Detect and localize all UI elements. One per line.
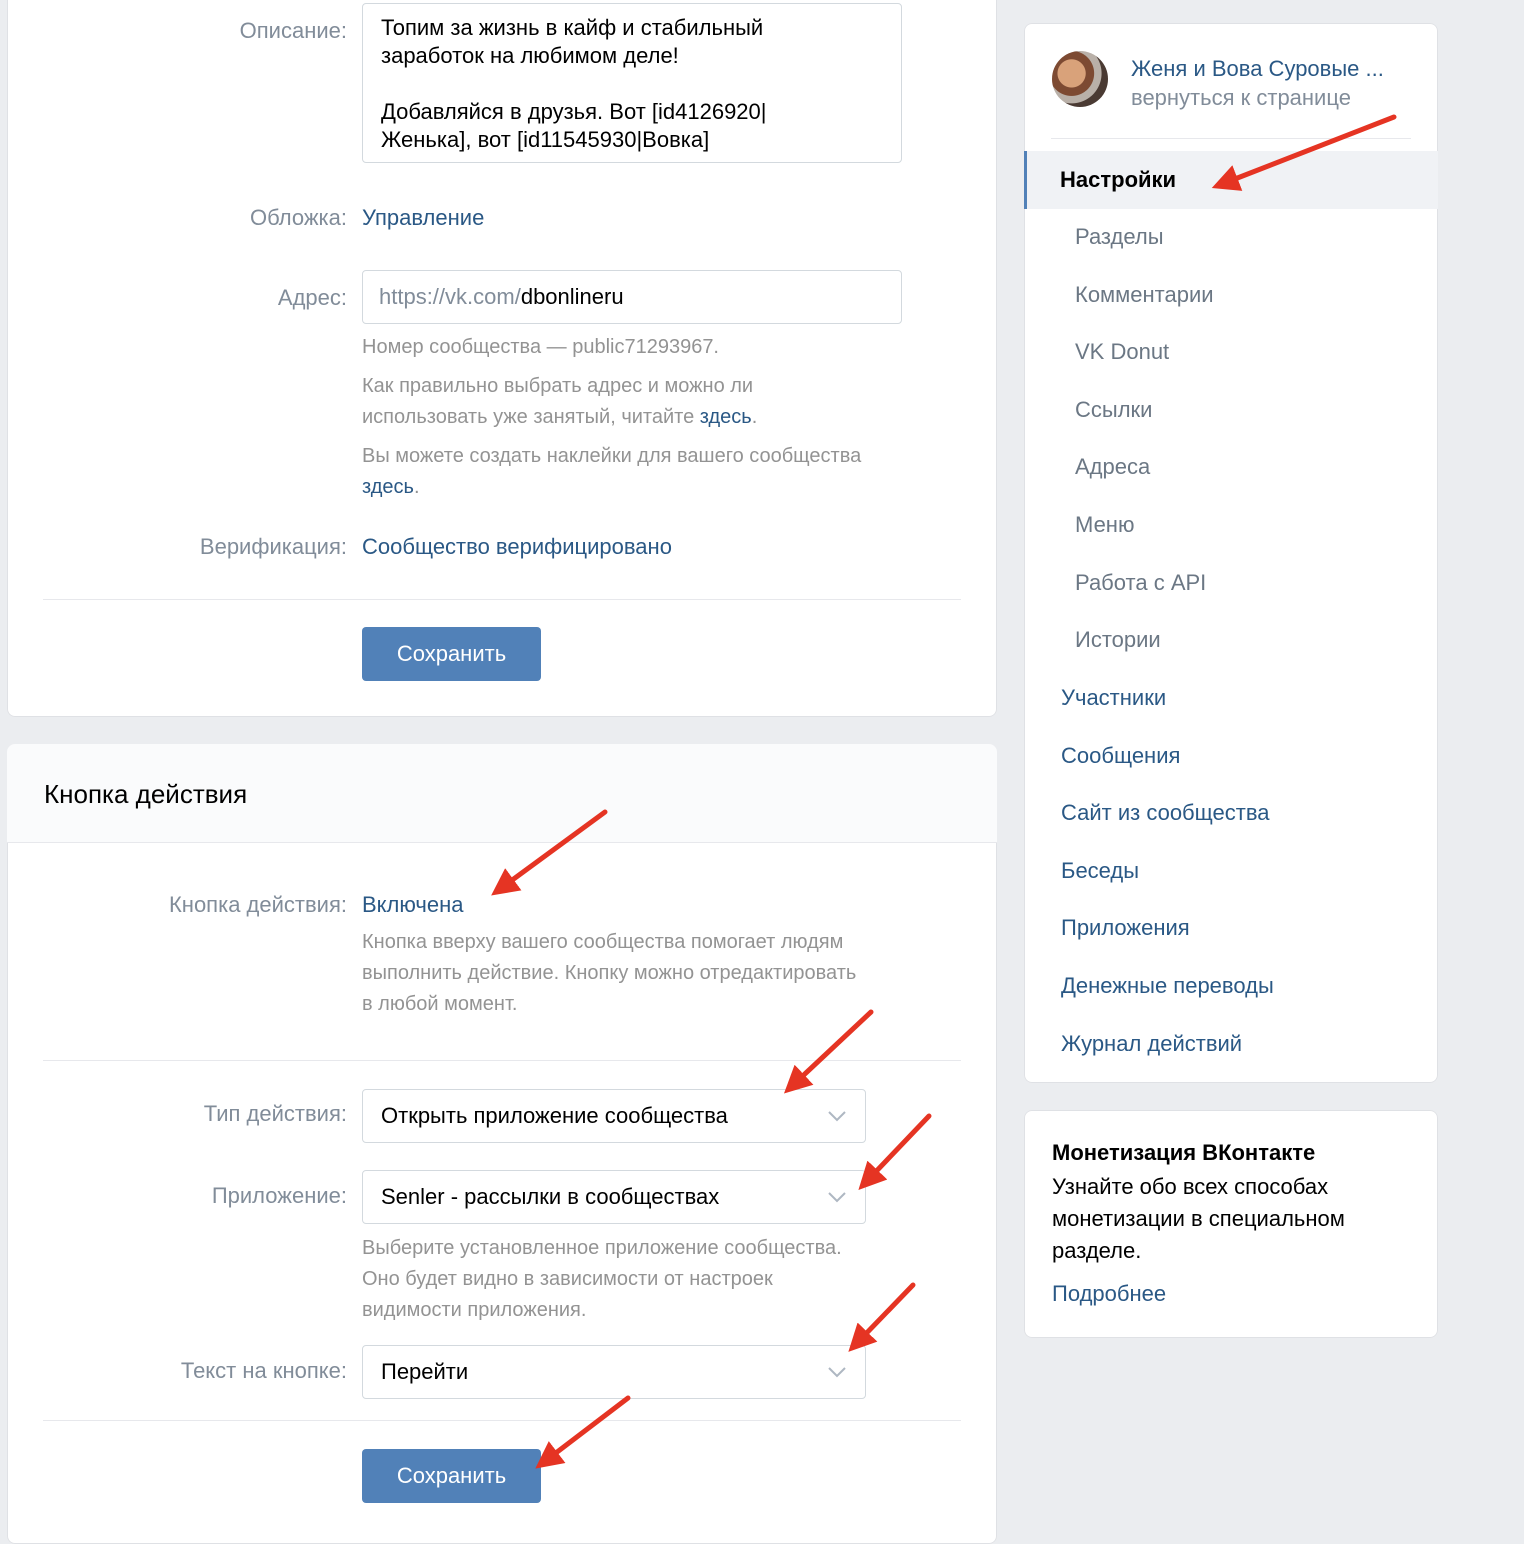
- action-type-value: Открыть приложение сообщества: [381, 1103, 728, 1128]
- monetization-text: Узнайте обо всех способах монетизации в …: [1052, 1171, 1345, 1267]
- divider: [43, 599, 961, 600]
- divider: [1051, 138, 1411, 139]
- description-textarea[interactable]: Топим за жизнь в кайф и стабильный зараб…: [362, 3, 902, 163]
- button-text-value: Перейти: [381, 1359, 469, 1384]
- community-name-link[interactable]: Женя и Вова Суровые ...: [1131, 56, 1384, 82]
- action-hint-line-1: Кнопка вверху вашего сообщества помогает…: [362, 931, 844, 953]
- monetization-title: Монетизация ВКонтакте: [1052, 1140, 1316, 1165]
- description-label: Описание:: [239, 18, 347, 43]
- app-label: Приложение:: [211, 1183, 347, 1208]
- divider: [43, 1420, 961, 1421]
- cover-label: Обложка:: [250, 205, 347, 230]
- button-text-select[interactable]: Перейти: [362, 1345, 866, 1399]
- action-button-header: Кнопка действия: [7, 744, 997, 843]
- sidebar-subitem[interactable]: Адреса: [1075, 454, 1150, 480]
- monetization-text-line-2: монетизации в специальном: [1052, 1206, 1345, 1231]
- community-number-hint: Номер сообщества — public71293967.: [362, 336, 719, 358]
- action-status-hint: Кнопка вверху вашего сообщества помогает…: [362, 927, 972, 1020]
- description-line-3: Добавляйся в друзья. Вот [id4126920|: [381, 99, 767, 124]
- app-hint-line-3: видимости приложения.: [362, 1299, 587, 1321]
- sidebar-subitem[interactable]: Разделы: [1075, 224, 1164, 250]
- sidebar-subitem[interactable]: Комментарии: [1075, 282, 1214, 308]
- action-hint-line-2: выполнить действие. Кнопку можно отредак…: [362, 962, 857, 984]
- sidebar-item[interactable]: Сайт из сообщества: [1061, 800, 1270, 826]
- app-hint-line-2: Оно будет видно в зависимости от настрое…: [362, 1268, 773, 1290]
- sidebar-nav: Женя и Вова Суровые ... вернуться к стра…: [1024, 23, 1438, 1083]
- app-value: Senler - рассылки в сообществах: [381, 1184, 720, 1209]
- action-status-link[interactable]: Включена: [362, 892, 463, 918]
- cover-manage-link[interactable]: Управление: [362, 205, 484, 231]
- monetization-more-link[interactable]: Подробнее: [1052, 1281, 1166, 1307]
- chevron-down-icon: [828, 1192, 846, 1203]
- verification-label: Верификация:: [199, 534, 347, 559]
- sidebar-subitem[interactable]: Меню: [1075, 512, 1134, 538]
- address-input[interactable]: https://vk.com/dbonlineru: [362, 270, 902, 324]
- chevron-down-icon: [828, 1111, 846, 1122]
- address-value: dbonlineru: [520, 284, 624, 309]
- community-avatar[interactable]: [1052, 51, 1108, 107]
- sidebar-item[interactable]: Денежные переводы: [1061, 973, 1274, 999]
- action-save-button[interactable]: Сохранить: [362, 1449, 541, 1503]
- action-status-label: Кнопка действия:: [168, 892, 347, 917]
- action-type-select[interactable]: Открыть приложение сообщества: [362, 1089, 866, 1143]
- sticker-link[interactable]: здесь: [362, 476, 414, 498]
- description-line-2: заработок на любимом деле!: [381, 43, 679, 68]
- action-button-card: Кнопка действия Кнопка действия: Включен…: [7, 744, 997, 1544]
- sidebar-subitem[interactable]: Ссылки: [1075, 397, 1152, 423]
- sidebar-item[interactable]: Приложения: [1061, 915, 1190, 941]
- address-how-line-1: Как правильно выбрать адрес и можно ли: [362, 375, 754, 397]
- app-select[interactable]: Senler - рассылки в сообществах: [362, 1170, 866, 1224]
- monetization-card: Монетизация ВКонтакте Узнайте обо всех с…: [1024, 1110, 1438, 1338]
- sidebar-subitem[interactable]: Истории: [1075, 627, 1161, 653]
- verification-status-link[interactable]: Сообщество верифицировано: [362, 534, 672, 560]
- address-prefix: https://vk.com/: [379, 284, 521, 309]
- address-how-link[interactable]: здесь: [700, 406, 752, 428]
- action-button-title: Кнопка действия: [44, 779, 248, 809]
- sidebar-item-settings-label: Настройки: [1060, 167, 1177, 192]
- sidebar-item[interactable]: Журнал действий: [1061, 1031, 1242, 1057]
- button-text-label: Текст на кнопке:: [180, 1358, 347, 1383]
- sticker-hint-line-1: Вы можете создать наклейки для вашего со…: [362, 445, 862, 467]
- sidebar-item[interactable]: Участники: [1061, 685, 1166, 711]
- sidebar-item[interactable]: Сообщения: [1061, 743, 1180, 769]
- description-line-1: Топим за жизнь в кайф и стабильный: [381, 15, 764, 40]
- action-type-label: Тип действия:: [203, 1101, 347, 1126]
- app-hint-line-1: Выберите установленное приложение сообще…: [362, 1237, 842, 1259]
- monetization-text-line-1: Узнайте обо всех способах: [1052, 1174, 1329, 1199]
- divider: [43, 1060, 961, 1061]
- sticker-hint: Вы можете создать наклейки для вашего со…: [362, 441, 972, 503]
- sidebar-subitem[interactable]: Работа с API: [1075, 570, 1206, 596]
- sidebar-subitem[interactable]: VK Donut: [1075, 339, 1169, 365]
- action-hint-line-3: в любой момент.: [362, 993, 518, 1015]
- settings-card: Описание: Топим за жизнь в кайф и стабил…: [7, 0, 997, 717]
- address-label: Адрес:: [277, 285, 347, 310]
- save-button[interactable]: Сохранить: [362, 627, 541, 681]
- chevron-down-icon: [828, 1367, 846, 1378]
- address-how-hint: Как правильно выбрать адрес и можно ли и…: [362, 371, 962, 433]
- description-line-4: Женька], вот [id11545930|Вовка]: [381, 127, 710, 152]
- app-hint: Выберите установленное приложение сообще…: [362, 1233, 972, 1326]
- sidebar-item-settings[interactable]: Настройки: [1024, 151, 1438, 209]
- back-to-page-link[interactable]: вернуться к странице: [1131, 85, 1351, 111]
- address-how-line-2: использовать уже занятый, читайте: [362, 406, 695, 428]
- monetization-text-line-3: разделе.: [1052, 1238, 1142, 1263]
- sidebar-item[interactable]: Беседы: [1061, 858, 1139, 884]
